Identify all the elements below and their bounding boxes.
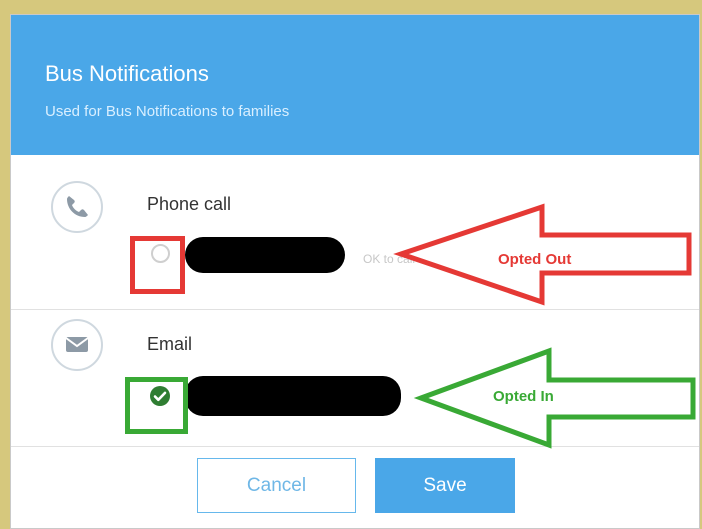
save-button[interactable]: Save <box>375 458 515 513</box>
redacted-email-address <box>185 376 401 416</box>
channel-label-phone: Phone call <box>147 194 232 214</box>
bus-notifications-dialog: Bus Notifications Used for Bus Notificat… <box>10 14 700 529</box>
opted-out-box <box>130 236 185 294</box>
opted-in-arrow <box>413 347 696 449</box>
opted-in-label: Opted In <box>493 388 554 405</box>
redacted-phone-number <box>185 237 345 273</box>
opted-out-label: Opted Out <box>498 251 572 268</box>
envelope-icon <box>51 319 103 371</box>
phone-icon <box>51 181 103 233</box>
opted-in-box <box>125 377 188 434</box>
cancel-button[interactable]: Cancel <box>197 458 356 513</box>
dialog-subtitle: Used for Bus Notifications to families <box>45 103 290 120</box>
dialog-header: Bus Notifications Used for Bus Notificat… <box>11 15 699 155</box>
dialog-title: Bus Notifications <box>45 61 209 86</box>
channel-label-email: Email <box>147 334 193 354</box>
